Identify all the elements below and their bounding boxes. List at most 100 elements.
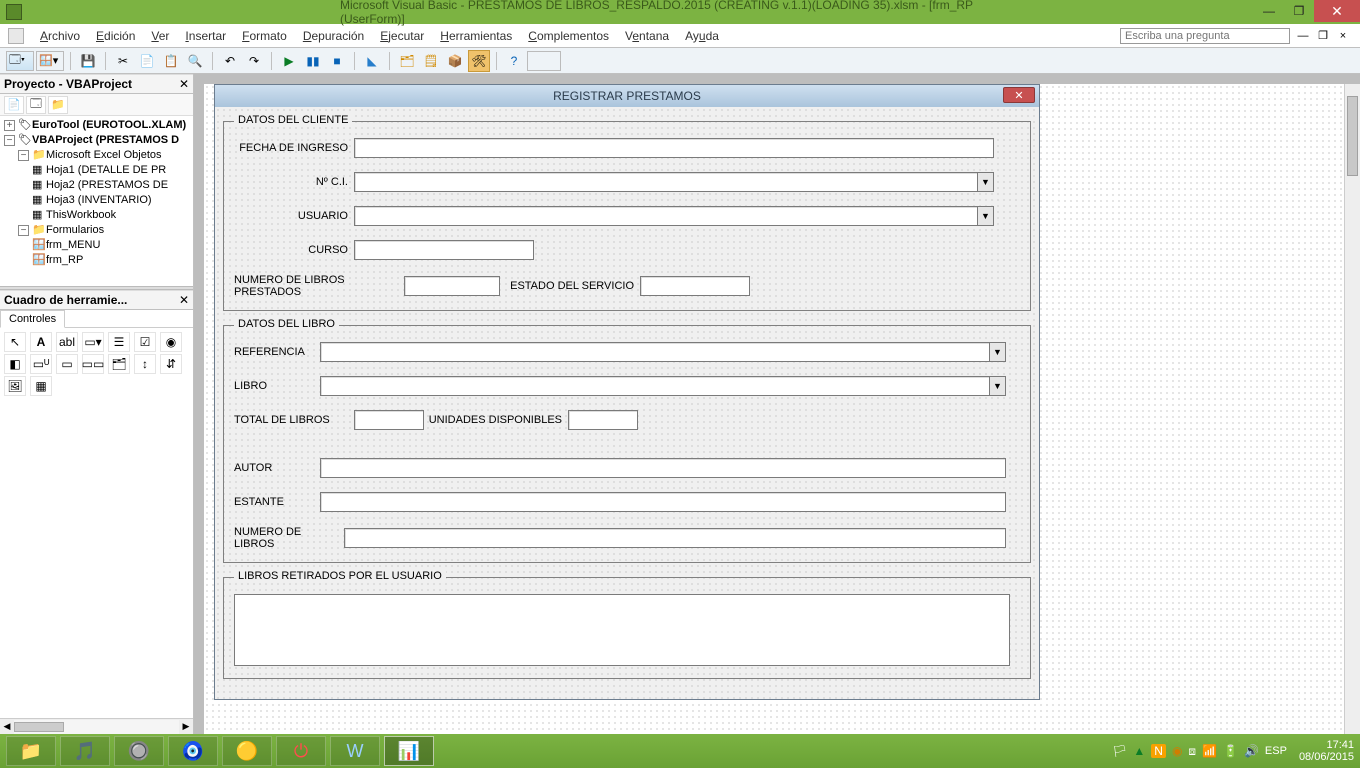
menu-ejecutar[interactable]: Ejecutar <box>372 27 432 45</box>
excel-icon[interactable] <box>8 28 24 44</box>
taskbar-excel-icon[interactable]: 📊 <box>384 736 434 766</box>
frame-libros-retirados[interactable]: LIBROS RETIRADOS POR EL USUARIO <box>223 577 1031 679</box>
project-explorer-button[interactable]: 🗂 <box>396 50 418 72</box>
textbox-total[interactable] <box>354 410 424 430</box>
project-pane-close[interactable]: ✕ <box>179 77 189 91</box>
tree-frm-menu[interactable]: frm_MENU <box>46 239 100 251</box>
tree-hoja2[interactable]: Hoja2 (PRESTAMOS DE <box>46 179 168 191</box>
frame-tool[interactable]: ▭ᵁ <box>30 354 52 374</box>
userform-close-icon[interactable]: ✕ <box>1003 87 1035 103</box>
textbox-estante[interactable] <box>320 492 1006 512</box>
project-tree[interactable]: +🏷EuroTool (EUROTOOL.XLAM) −🏷VBAProject … <box>0 116 193 286</box>
menu-ayuda[interactable]: Ayuda <box>677 27 727 45</box>
toolbox-tab-controles[interactable]: Controles <box>0 310 65 328</box>
collapse-icon[interactable]: − <box>4 135 15 146</box>
save-button[interactable]: 💾 <box>77 50 99 72</box>
userform-titlebar[interactable]: REGISTRAR PRESTAMOS ✕ <box>215 85 1039 107</box>
tray-n-icon[interactable]: N <box>1151 744 1166 758</box>
multipage-tool[interactable]: 🗂 <box>108 354 130 374</box>
mdi-minimize[interactable]: — <box>1296 29 1310 43</box>
collapse-icon[interactable]: − <box>18 225 29 236</box>
menu-complementos[interactable]: Complementos <box>520 27 617 45</box>
redo-button[interactable]: ↷ <box>243 50 265 72</box>
taskbar-media-icon[interactable]: 🎵 <box>60 736 110 766</box>
tree-vbaproject[interactable]: VBAProject (PRESTAMOS D <box>32 134 179 146</box>
commandbutton-tool[interactable]: ▭ <box>56 354 78 374</box>
mdi-close[interactable]: × <box>1336 29 1350 43</box>
tray-battery-icon[interactable]: 🔋 <box>1223 744 1238 758</box>
textbox-unidades[interactable] <box>568 410 638 430</box>
textbox-autor[interactable] <box>320 458 1006 478</box>
object-browser-button[interactable]: 📦 <box>444 50 466 72</box>
spinbutton-tool[interactable]: ⇵ <box>160 354 182 374</box>
break-button[interactable]: ▮▮ <box>302 50 324 72</box>
taskbar-word-icon[interactable]: W <box>330 736 380 766</box>
textbox-estado[interactable] <box>640 276 750 296</box>
frame-datos-cliente[interactable]: DATOS DEL CLIENTE FECHA DE INGRESO Nº C.… <box>223 121 1031 311</box>
listbox-retirados[interactable] <box>234 594 1010 666</box>
taskbar-power-icon[interactable]: ⏻ <box>276 736 326 766</box>
tray-antivirus-icon[interactable]: ▲ <box>1133 744 1145 758</box>
menu-insertar[interactable]: Insertar <box>177 27 234 45</box>
expand-icon[interactable]: + <box>4 120 15 131</box>
taskbar-chrome-icon[interactable]: 🟡 <box>222 736 272 766</box>
mdi-restore[interactable]: ❐ <box>1316 29 1330 43</box>
tree-formularios[interactable]: Formularios <box>46 224 104 236</box>
tray-network-icon[interactable]: 📶 <box>1202 744 1217 758</box>
pointer-tool[interactable]: ↖ <box>4 332 26 352</box>
menu-ventana[interactable]: Ventana <box>617 27 677 45</box>
tray-shield-icon[interactable]: ◉ <box>1172 744 1182 758</box>
combobox-nci[interactable]: ▼ <box>354 172 994 192</box>
textbox-curso[interactable] <box>354 240 534 260</box>
tray-flag-icon[interactable]: 🏳 <box>1112 744 1127 758</box>
menu-archivo[interactable]: Archivo <box>32 27 88 45</box>
tree-hoja3[interactable]: Hoja3 (INVENTARIO) <box>46 194 152 206</box>
cut-button[interactable]: ✂ <box>112 50 134 72</box>
tree-frm-rp[interactable]: frm_RP <box>46 254 83 266</box>
paste-button[interactable]: 📋 <box>160 50 182 72</box>
copy-button[interactable]: 📄 <box>136 50 158 72</box>
combobox-usuario[interactable]: ▼ <box>354 206 994 226</box>
combobox-tool[interactable]: ▭▾ <box>82 332 104 352</box>
close-button[interactable]: ✕ <box>1314 0 1360 22</box>
find-button[interactable]: 🔍 <box>184 50 206 72</box>
taskbar-app-icon[interactable]: 🔘 <box>114 736 164 766</box>
insert-userform-button[interactable]: 🪟▾ <box>36 51 64 71</box>
tree-excel-objetos[interactable]: Microsoft Excel Objetos <box>46 149 162 161</box>
textbox-tool[interactable]: abl <box>56 332 78 352</box>
combobox-referencia[interactable]: ▼ <box>320 342 1006 362</box>
minimize-button[interactable]: — <box>1254 0 1284 22</box>
design-surface[interactable]: REGISTRAR PRESTAMOS ✕ DATOS DEL CLIENTE … <box>194 74 1360 734</box>
menu-depuracion[interactable]: Depuración <box>295 27 372 45</box>
refedit-tool[interactable]: ▦ <box>30 376 52 396</box>
userform[interactable]: REGISTRAR PRESTAMOS ✕ DATOS DEL CLIENTE … <box>214 84 1040 700</box>
design-mode-button[interactable]: ◣ <box>361 50 383 72</box>
tabstrip-tool[interactable]: ▭▭ <box>82 354 104 374</box>
menu-formato[interactable]: Formato <box>234 27 295 45</box>
optionbutton-tool[interactable]: ◉ <box>160 332 182 352</box>
toggle-folders-button[interactable]: 📁 <box>48 96 68 114</box>
menu-edicion[interactable]: Edición <box>88 27 143 45</box>
togglebutton-tool[interactable]: ◧ <box>4 354 26 374</box>
restore-button[interactable]: ❐ <box>1284 0 1314 22</box>
image-tool[interactable]: 🖼 <box>4 376 26 396</box>
scrollbar-tool[interactable]: ↕ <box>134 354 156 374</box>
design-vertical-scrollbar[interactable] <box>1344 84 1360 734</box>
menu-herramientas[interactable]: Herramientas <box>432 27 520 45</box>
frame-datos-libro[interactable]: DATOS DEL LIBRO REFERENCIA ▼ LIBRO ▼ TOT… <box>223 325 1031 563</box>
toolbox-pane-close[interactable]: ✕ <box>179 293 189 307</box>
taskbar-app2-icon[interactable]: 🧿 <box>168 736 218 766</box>
help-button[interactable]: ? <box>503 50 525 72</box>
menu-ver[interactable]: Ver <box>143 27 177 45</box>
tray-lang[interactable]: ESP <box>1265 745 1287 757</box>
tree-thisworkbook[interactable]: ThisWorkbook <box>46 209 116 221</box>
combobox-libro[interactable]: ▼ <box>320 376 1006 396</box>
view-object-button[interactable]: 🗔 <box>26 96 46 114</box>
textbox-numlibros[interactable] <box>404 276 500 296</box>
textbox-fecha[interactable] <box>354 138 994 158</box>
tree-eurotool[interactable]: EuroTool (EUROTOOL.XLAM) <box>32 119 186 131</box>
taskbar-explorer-icon[interactable]: 📁 <box>6 736 56 766</box>
textbox-numlibros2[interactable] <box>344 528 1006 548</box>
view-excel-button[interactable]: 🗔▾ <box>6 51 34 71</box>
ask-question-box[interactable] <box>1120 28 1290 44</box>
